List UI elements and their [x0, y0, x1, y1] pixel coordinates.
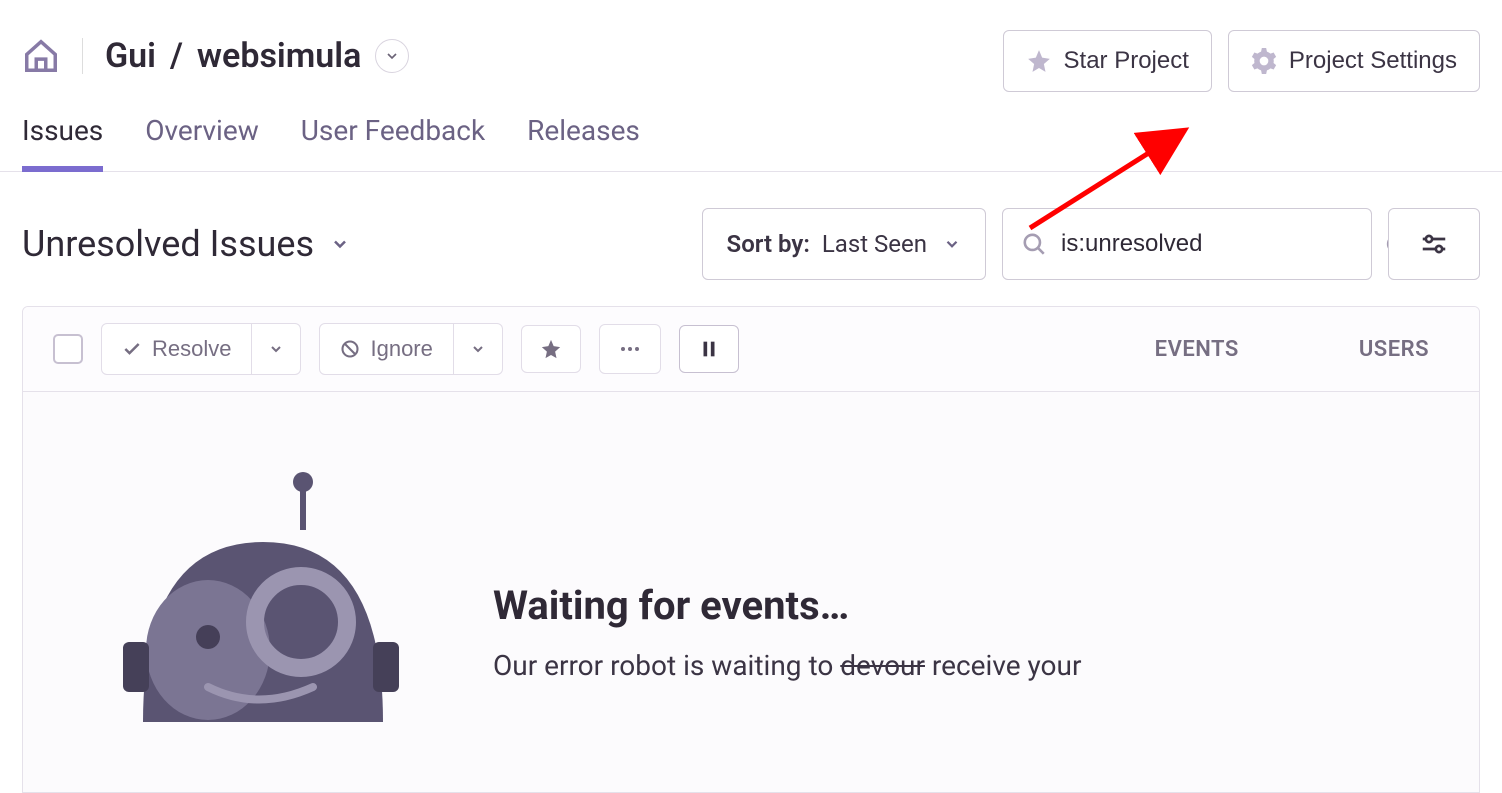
star-project-label: Star Project [1064, 47, 1189, 75]
project-settings-button[interactable]: Project Settings [1228, 30, 1480, 92]
robot-illustration [83, 432, 423, 742]
check-icon [122, 339, 142, 359]
sort-label: Sort by: [727, 230, 810, 258]
issues-toolbar: Resolve Ignore [23, 307, 1479, 392]
breadcrumb-project[interactable]: websimula [197, 36, 361, 76]
project-nav: Issues Overview User Feedback Releases [0, 92, 1502, 172]
search-icon [1021, 231, 1047, 257]
ignore-button[interactable]: Ignore [319, 323, 453, 375]
ignore-icon [340, 339, 360, 359]
display-options-button[interactable] [1388, 208, 1480, 280]
nav-user-feedback[interactable]: User Feedback [301, 114, 485, 171]
chevron-down-icon [943, 235, 961, 253]
resolve-label: Resolve [152, 336, 231, 362]
resolve-button[interactable]: Resolve [101, 323, 252, 375]
breadcrumb: Gui / websimula [105, 36, 409, 76]
home-icon[interactable] [22, 37, 60, 75]
filter-title[interactable]: Unresolved Issues [22, 223, 314, 265]
breadcrumb-org[interactable]: Gui [105, 36, 156, 76]
search-box[interactable] [1002, 208, 1372, 280]
resolve-dropdown[interactable] [252, 323, 301, 375]
empty-state: Waiting for events… Our error robot is w… [23, 392, 1479, 792]
nav-issues[interactable]: Issues [22, 114, 103, 171]
nav-releases[interactable]: Releases [527, 114, 640, 171]
divider [82, 38, 83, 74]
sort-dropdown[interactable]: Sort by: Last Seen [702, 208, 986, 280]
issues-panel: Resolve Ignore [22, 306, 1480, 793]
gear-icon [1251, 48, 1277, 74]
bookmark-button[interactable] [521, 325, 581, 373]
ignore-dropdown[interactable] [454, 323, 503, 375]
select-all-checkbox[interactable] [53, 334, 83, 364]
empty-state-title: Waiting for events… [493, 582, 1081, 629]
empty-sub-strike: devour [840, 649, 925, 682]
project-dropdown[interactable] [375, 39, 409, 73]
project-settings-label: Project Settings [1289, 47, 1457, 75]
nav-overview[interactable]: Overview [145, 114, 259, 171]
star-project-button[interactable]: Star Project [1003, 30, 1212, 92]
filter-dropdown-icon[interactable] [330, 234, 350, 254]
star-icon [1026, 48, 1052, 74]
col-events: EVENTS [1155, 337, 1239, 362]
more-actions-button[interactable] [599, 324, 661, 374]
empty-state-subtitle: Our error robot is waiting to devour rec… [493, 649, 1081, 682]
empty-sub-post: receive your [925, 649, 1081, 682]
search-input[interactable] [1061, 230, 1371, 258]
empty-sub-pre: Our error robot is waiting to [493, 649, 840, 682]
ignore-label: Ignore [370, 336, 432, 362]
sort-value: Last Seen [822, 230, 927, 258]
pause-stream-button[interactable] [679, 325, 739, 373]
col-users: USERS [1359, 337, 1429, 362]
breadcrumb-separator: / [170, 36, 183, 76]
